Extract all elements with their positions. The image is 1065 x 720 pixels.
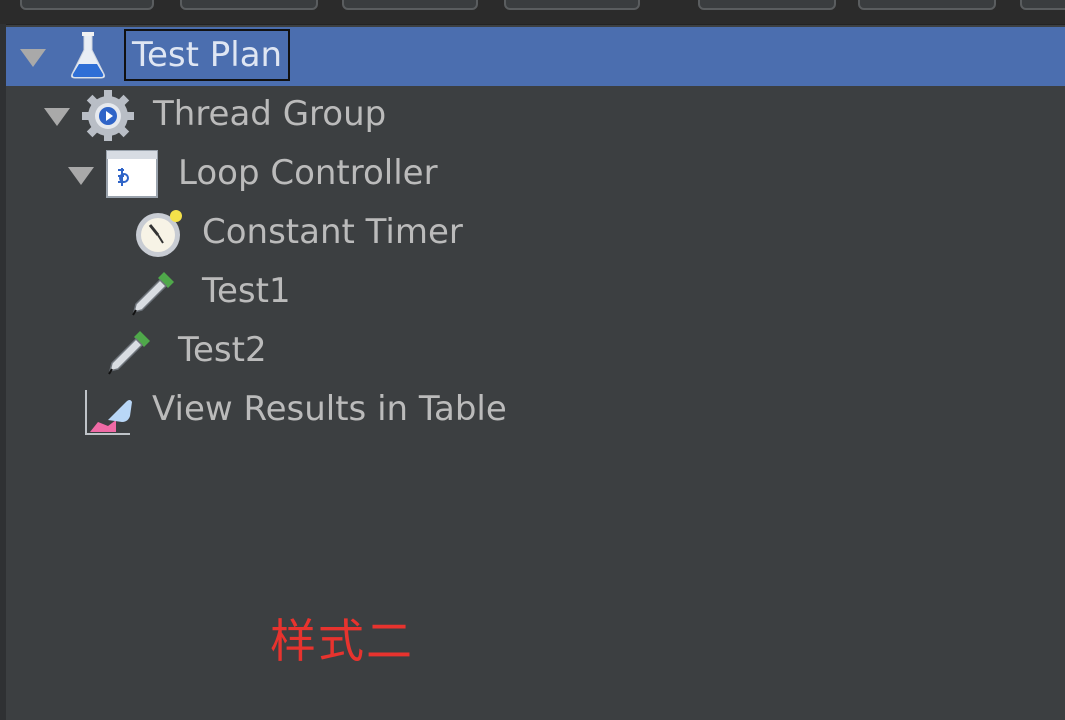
tree-item-loop-controller[interactable]: Loop Controller xyxy=(6,145,1065,204)
toolbar-button[interactable] xyxy=(698,0,836,10)
sampler-pipette-icon xyxy=(106,325,158,377)
tree-item-label: Test2 xyxy=(178,330,267,370)
timer-icon xyxy=(132,207,184,259)
gear-icon xyxy=(82,89,134,142)
tree-item-label: Test1 xyxy=(202,271,291,311)
tree-item-view-results-in-table[interactable]: View Results in Table xyxy=(6,381,1065,440)
toolbar-button[interactable] xyxy=(1020,0,1065,10)
top-toolbar xyxy=(0,0,1065,25)
jmeter-app-window: Test Plan Thread Group Loop Controller C… xyxy=(0,0,1065,720)
tree-item-label: Loop Controller xyxy=(178,153,438,193)
tree-item-test2[interactable]: Test2 xyxy=(6,322,1065,381)
toolbar-button[interactable] xyxy=(20,0,154,10)
tree-item-label: View Results in Table xyxy=(152,389,507,429)
toolbar-button[interactable] xyxy=(342,0,478,10)
annotation-caption: 样式二 xyxy=(270,614,414,668)
toolbar-button[interactable] xyxy=(504,0,640,10)
expand-arrow-icon[interactable] xyxy=(68,167,94,185)
tree-item-constant-timer[interactable]: Constant Timer xyxy=(6,204,1065,263)
tree-item-test1[interactable]: Test1 xyxy=(6,263,1065,322)
loop-controller-icon xyxy=(106,148,158,200)
toolbar-button[interactable] xyxy=(180,0,318,10)
test-plan-tree[interactable]: Test Plan Thread Group Loop Controller C… xyxy=(6,27,1065,720)
tree-item-label: Test Plan xyxy=(123,29,291,81)
tree-item-thread-group[interactable]: Thread Group xyxy=(6,86,1065,145)
toolbar-button[interactable] xyxy=(858,0,996,10)
results-table-icon xyxy=(84,384,136,436)
flask-icon xyxy=(62,30,114,82)
expand-arrow-icon[interactable] xyxy=(20,49,46,67)
tree-item-label: Constant Timer xyxy=(202,212,463,252)
tree-item-label: Thread Group xyxy=(153,94,387,134)
sampler-pipette-icon xyxy=(130,266,182,318)
tree-item-test-plan[interactable]: Test Plan xyxy=(6,27,1065,86)
expand-arrow-icon[interactable] xyxy=(44,108,70,126)
